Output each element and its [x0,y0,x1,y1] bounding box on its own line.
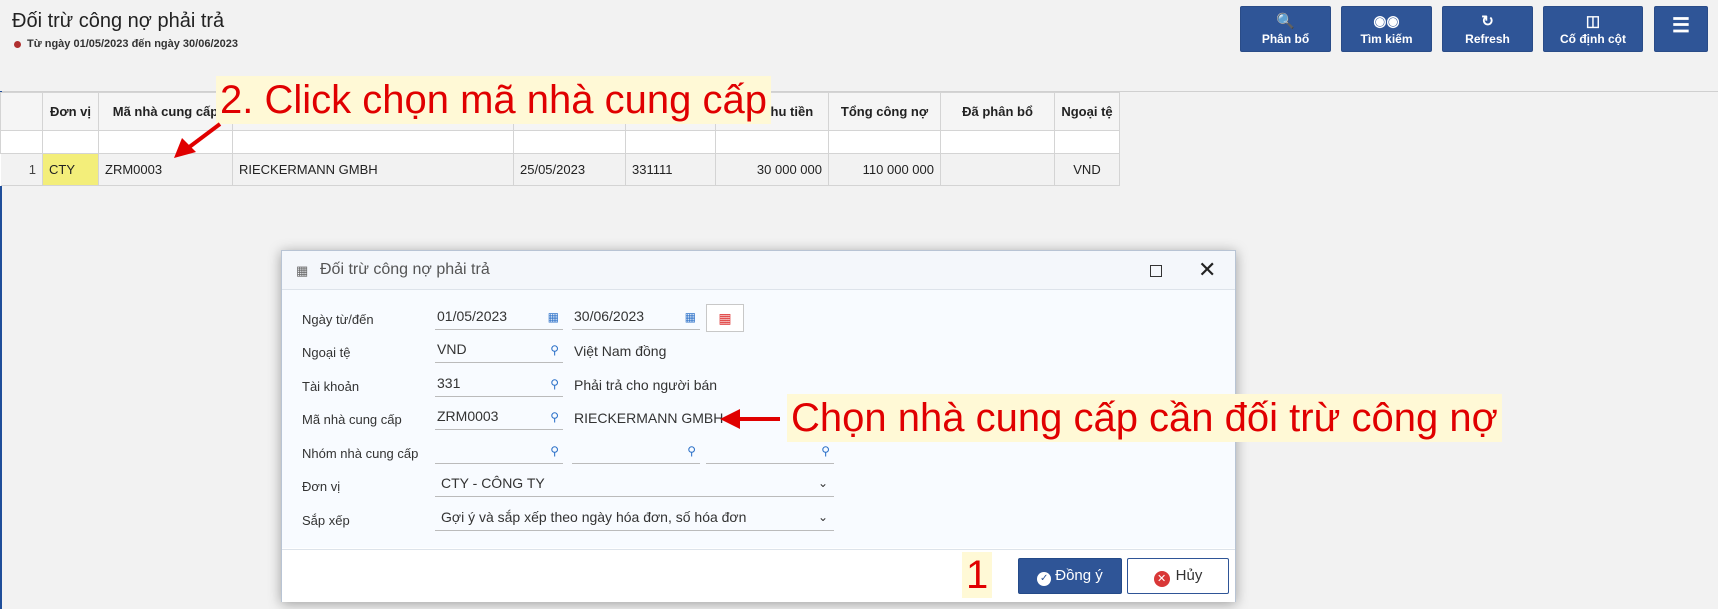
supplier-code-input[interactable]: ZRM0003 ⚲ [435,404,563,430]
unit-label: Đơn vị [302,479,341,494]
dialog-header: ▦ Đối trừ công nợ phải trả ✕ [282,251,1235,290]
supplier-group-input-2[interactable]: ⚲ [572,438,700,464]
freeze-columns-button[interactable]: ◫ Cố định cột [1543,6,1643,52]
cell-ten-ncc[interactable]: RIECKERMANN GMBH [232,153,514,186]
row-number-header [0,92,43,131]
supplier-arrow-icon [720,409,780,429]
page-header: Đối trừ công nợ phải trả Từ ngày 01/05/2… [0,0,1718,58]
cell-tai-khoan[interactable]: 331111 [625,153,716,186]
date-label: Ngày từ/đến [302,312,374,327]
supplier-note-annotation: Chọn nhà cung cấp cần đối trừ công nợ [787,394,1502,442]
refresh-button[interactable]: ↻ Refresh [1442,6,1533,52]
maximize-icon[interactable] [1150,265,1162,277]
search-icon[interactable]: ⚲ [550,439,559,463]
dialog-title: Đối trừ công nợ phải trả [320,261,490,278]
refresh-icon: ↻ [1481,13,1494,30]
search-icon[interactable]: ⚲ [687,439,696,463]
cell-ngay[interactable]: 25/05/2023 [513,153,626,186]
search-icon[interactable]: ⚲ [550,405,559,429]
check-icon: ✓ [1037,572,1052,586]
row-number: 1 [0,153,43,186]
search-button[interactable]: ◉◉ Tìm kiếm [1341,6,1432,52]
supplier-group-input-1[interactable]: ⚲ [435,438,563,464]
grid-filter-row [0,130,1120,154]
cancel-button[interactable]: ✕ Hủy [1127,558,1229,594]
filter-cell[interactable] [625,130,716,154]
step2-annotation: 2. Click chọn mã nhà cung cấp [216,76,771,124]
date-from-input[interactable]: 01/05/2023 ▦ [435,304,563,330]
page-subtitle: Từ ngày 01/05/2023 đến ngày 30/06/2023 [14,38,238,50]
allocate-icon: 🔍 [1276,13,1295,30]
col-header-ngoai-te[interactable]: Ngoại tệ [1054,92,1120,131]
account-input[interactable]: 331 ⚲ [435,371,563,397]
calendar-icon[interactable]: ▦ [548,305,559,329]
menu-button[interactable]: ☰ [1654,6,1708,52]
filter-cell[interactable] [828,130,941,154]
step2-arrow-icon [174,122,222,158]
dialog-footer: ✓ Đồng ý ✕ Hủy [282,549,1235,602]
filter-cell[interactable] [715,130,829,154]
col-header-don-vi[interactable]: Đơn vị [42,92,99,131]
search-icon[interactable]: ⚲ [550,372,559,396]
list-menu-icon: ☰ [1672,15,1690,37]
cancel-x-icon: ✕ [1153,571,1170,587]
step1-annotation: 1 [962,552,993,598]
col-header-da-phan-bo[interactable]: Đã phân bổ [940,92,1055,131]
currency-input[interactable]: VND ⚲ [435,337,563,363]
chevron-down-icon[interactable]: ⌄ [818,471,828,495]
account-label: Tài khoản [302,379,360,394]
dialog-app-icon: ▦ [296,263,309,278]
calendar-icon[interactable]: ▦ [685,305,696,329]
freeze-columns-icon: ◫ [1585,13,1601,30]
col-header-tong-cong-no[interactable]: Tổng công nợ [828,92,941,131]
filter-cell[interactable] [940,130,1055,154]
date-range-text: Từ ngày 01/05/2023 đến ngày 30/06/2023 [27,38,238,50]
sort-label: Sắp xếp [302,513,350,528]
filter-cell[interactable] [1054,130,1120,154]
sort-select[interactable]: Gợi ý và sắp xếp theo ngày hóa đơn, số h… [435,505,834,531]
supplier-label: Mã nhà cung cấp [302,412,402,427]
page-title: Đối trừ công nợ phải trả [12,10,225,32]
currency-label: Ngoại tệ [302,345,351,360]
filter-cell[interactable] [42,130,99,154]
status-dot-icon [14,40,21,48]
account-name: Phải trả cho người bán [574,377,718,393]
table-row[interactable]: 1 CTY ZRM0003 RIECKERMANN GMBH 25/05/202… [0,153,1120,186]
filter-cell[interactable] [513,130,626,154]
search-icon[interactable]: ⚲ [550,338,559,362]
cell-don-vi[interactable]: CTY [42,153,99,186]
filter-cell [0,130,43,154]
binoculars-icon: ◉◉ [1373,13,1400,30]
supplier-name: RIECKERMANN GMBH [574,410,724,426]
cell-tong-thu[interactable]: 30 000 000 [715,153,829,186]
allocate-button[interactable]: 🔍 Phân bổ [1240,6,1331,52]
date-to-input[interactable]: 30/06/2023 ▦ [572,304,700,330]
cell-ngoai-te[interactable]: VND [1054,153,1120,186]
filter-cell[interactable] [232,130,514,154]
close-icon[interactable]: ✕ [1198,257,1216,283]
date-range-picker-icon[interactable]: ▦ [706,304,744,332]
cell-da-phan-bo[interactable] [940,153,1055,186]
supplier-group-label: Nhóm nhà cung cấp [302,446,419,461]
unit-select[interactable]: CTY - CÔNG TY ⌄ [435,471,834,497]
currency-name: Việt Nam đồng [574,343,667,359]
chevron-down-icon[interactable]: ⌄ [818,505,828,529]
search-icon[interactable]: ⚲ [821,439,830,463]
cell-tong-cong-no[interactable]: 110 000 000 [828,153,941,186]
ok-button[interactable]: ✓ Đồng ý [1018,558,1122,594]
